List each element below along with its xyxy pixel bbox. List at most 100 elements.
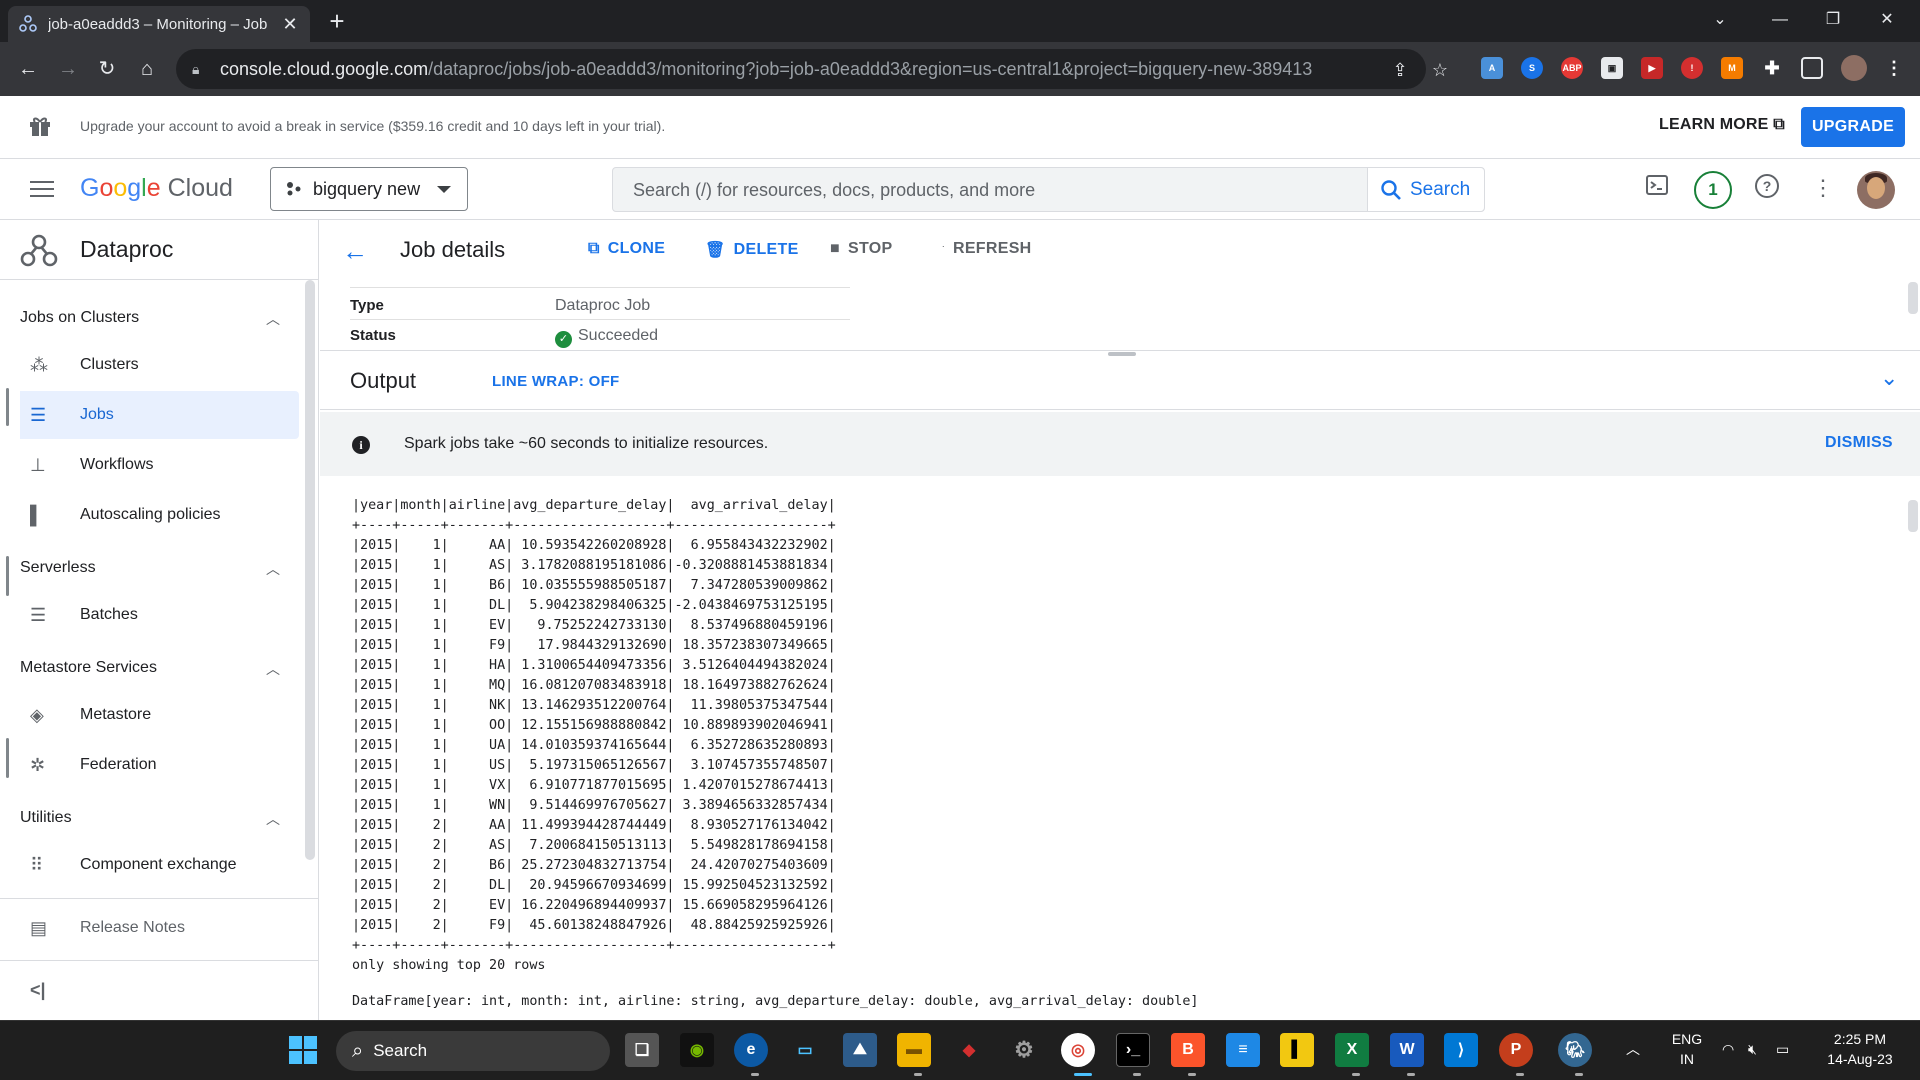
sidebar-item-clusters[interactable]: ⁂ Clusters <box>20 341 299 389</box>
settings-icon[interactable]: ⚙ <box>1007 1033 1041 1067</box>
taskbar-search[interactable]: ⌕ Search <box>336 1031 610 1071</box>
bookmark-star-icon[interactable]: ☆ <box>1429 59 1451 81</box>
google-cloud-logo[interactable]: Google Cloud <box>80 174 233 203</box>
brave-icon[interactable]: B <box>1171 1033 1205 1067</box>
job-output-log[interactable]: |year|month|airline|avg_departure_delay|… <box>352 496 1872 1020</box>
show-hidden-icons[interactable]: ︿ <box>1626 1039 1640 1059</box>
windows-start-icon[interactable] <box>286 1033 320 1067</box>
clock[interactable]: 2:25 PM 14-Aug-23 <box>1818 1029 1902 1069</box>
notifications-badge[interactable]: 1 <box>1694 171 1732 209</box>
close-window-button[interactable]: ✕ <box>1862 0 1912 42</box>
page-scrollbar[interactable] <box>1908 282 1918 314</box>
section-serverless[interactable]: Serverless ︿ <box>20 559 280 577</box>
section-jobs-on-clusters[interactable]: Jobs on Clusters ︿ <box>20 309 280 327</box>
running-indicator <box>1575 1073 1583 1076</box>
delete-button[interactable]: 🗑︎ DELETE <box>705 240 799 260</box>
cloud-shell-icon[interactable] <box>1642 173 1672 203</box>
sidebar-item-workflows[interactable]: ⊥ Workflows <box>20 441 299 489</box>
close-tab-icon[interactable]: ✕ <box>280 14 300 35</box>
back-icon[interactable]: ← <box>14 55 42 83</box>
back-arrow-icon[interactable]: ← <box>342 236 368 267</box>
browser-tab[interactable]: job-a0eaddd3 – Monitoring – Job ✕ <box>8 6 310 42</box>
word-icon[interactable]: W <box>1390 1033 1424 1067</box>
reload-icon[interactable]: ↻ <box>93 55 121 83</box>
postgresql-icon[interactable]: 🐘︎ <box>1558 1033 1592 1067</box>
sidebar-item-batches[interactable]: ☰ Batches <box>20 591 299 639</box>
learn-more-link[interactable]: LEARN MORE ⧉ <box>1659 116 1785 134</box>
stop-button[interactable]: ■ STOP <box>830 240 892 258</box>
output-scrollbar[interactable] <box>1908 500 1918 532</box>
chevron-up-icon: ︿ <box>266 561 280 577</box>
collapse-sidebar-button[interactable]: <| <box>20 966 299 1014</box>
account-avatar[interactable] <box>1857 171 1895 209</box>
output-separator: +----+-----+-------+-------------------+… <box>352 518 836 533</box>
address-bar[interactable]: 🔒︎ console.cloud.google.com/dataproc/job… <box>176 49 1448 89</box>
nvidia-icon[interactable]: ◉ <box>680 1033 714 1067</box>
vscode-icon[interactable]: ⟩ <box>1444 1033 1478 1067</box>
store-icon[interactable]: ▭ <box>788 1033 822 1067</box>
chrome-icon[interactable]: ◎ <box>1061 1033 1095 1067</box>
wifi-icon[interactable]: ◠ <box>1722 1039 1734 1059</box>
minimize-button[interactable]: — <box>1755 0 1805 42</box>
game-icon[interactable]: ◆ <box>952 1033 986 1067</box>
extension-window-icon[interactable]: ▣ <box>1601 57 1623 79</box>
terminal-icon[interactable]: ›_ <box>1116 1033 1150 1067</box>
new-tab-button[interactable]: + <box>322 6 352 36</box>
photos-icon[interactable]: ⛰ <box>843 1033 877 1067</box>
line-wrap-toggle[interactable]: LINE WRAP: OFF <box>492 373 620 390</box>
main-menu-icon[interactable] <box>30 177 54 201</box>
power-bi-icon[interactable]: ▌ <box>1280 1033 1314 1067</box>
extension-shazam-icon[interactable]: S <box>1521 57 1543 79</box>
file-explorer-icon[interactable]: ▬ <box>897 1033 931 1067</box>
task-view-icon[interactable]: ❏ <box>625 1033 659 1067</box>
profile-avatar[interactable] <box>1841 55 1867 81</box>
more-options-icon[interactable]: ⋮ <box>1808 173 1838 203</box>
upgrade-button[interactable]: UPGRADE <box>1801 107 1905 147</box>
output-row: |2015| 2| B6| 25.272304832713754| 24.420… <box>352 858 836 873</box>
battery-icon[interactable]: ▭ <box>1776 1039 1789 1059</box>
chrome-menu-icon[interactable]: ⋮ <box>1883 57 1905 79</box>
section-utilities[interactable]: Utilities ︿ <box>20 809 280 827</box>
metamask-icon[interactable]: M <box>1721 57 1743 79</box>
search-box[interactable]: Search (/) for resources, docs, products… <box>612 167 1485 212</box>
restore-button[interactable]: ❐ <box>1808 0 1858 42</box>
notepad-icon[interactable]: ≡ <box>1226 1033 1260 1067</box>
browser-tab-bar: job-a0eaddd3 – Monitoring – Job ✕ + ⌄ — … <box>0 0 1920 42</box>
search-button[interactable]: Search <box>1367 168 1484 211</box>
help-icon[interactable]: ? <box>1752 173 1782 203</box>
excel-icon[interactable]: X <box>1335 1033 1369 1067</box>
sidebar-item-jobs[interactable]: ☰ Jobs <box>20 391 299 439</box>
resize-handle[interactable] <box>1108 352 1136 356</box>
side-panel-icon[interactable] <box>1801 57 1823 79</box>
sidebar-scrollbar[interactable] <box>305 280 315 860</box>
sidebar-item-federation[interactable]: ✲ Federation <box>20 741 299 789</box>
home-icon[interactable]: ⌂ <box>133 55 161 83</box>
extension-media-icon[interactable]: ▶ <box>1641 57 1663 79</box>
output-row: |2015| 1| AS| 3.1782088195181086|-0.3208… <box>352 558 836 573</box>
puzzle-icon[interactable]: ✚ <box>1761 57 1783 79</box>
powerpoint-icon[interactable]: P <box>1499 1033 1533 1067</box>
info-banner: i Spark jobs take ~60 seconds to initial… <box>320 412 1920 476</box>
sidebar-item-autoscaling[interactable]: ▌ Autoscaling policies <box>20 491 299 539</box>
output-row: |2015| 1| OO| 12.155156988880842| 10.889… <box>352 718 836 733</box>
search-input[interactable]: Search (/) for resources, docs, products… <box>633 180 1035 201</box>
edge-icon[interactable]: e <box>734 1033 768 1067</box>
table-row <box>350 276 850 288</box>
volume-muted-icon[interactable]: 🔇︎ <box>1748 1039 1757 1059</box>
refresh-button[interactable]: ˙ REFRESH <box>942 240 1032 258</box>
collapse-output-icon[interactable]: ⌄ <box>1880 365 1898 391</box>
section-metastore-services[interactable]: Metastore Services ︿ <box>20 659 280 677</box>
dismiss-button[interactable]: DISMISS <box>1825 434 1893 452</box>
abp-icon[interactable]: ABP <box>1561 57 1583 79</box>
share-icon[interactable]: ⇪ <box>1389 59 1411 81</box>
tab-search-icon[interactable]: ⌄ <box>1695 0 1745 42</box>
sidebar-item-release-notes[interactable]: ▤ Release Notes <box>20 904 299 952</box>
extension-shield-icon[interactable]: ! <box>1681 57 1703 79</box>
sidebar-item-metastore[interactable]: ◈ Metastore <box>20 691 299 739</box>
project-selector[interactable]: bigquery new <box>270 167 468 211</box>
clone-button[interactable]: ⧉ CLONE <box>588 240 665 258</box>
forward-icon[interactable]: → <box>54 55 82 83</box>
sidebar-item-component-exchange[interactable]: ⠿ Component exchange <box>20 841 299 889</box>
language-indicator[interactable]: ENG IN <box>1670 1029 1704 1069</box>
extension-a-icon[interactable]: A <box>1481 57 1503 79</box>
